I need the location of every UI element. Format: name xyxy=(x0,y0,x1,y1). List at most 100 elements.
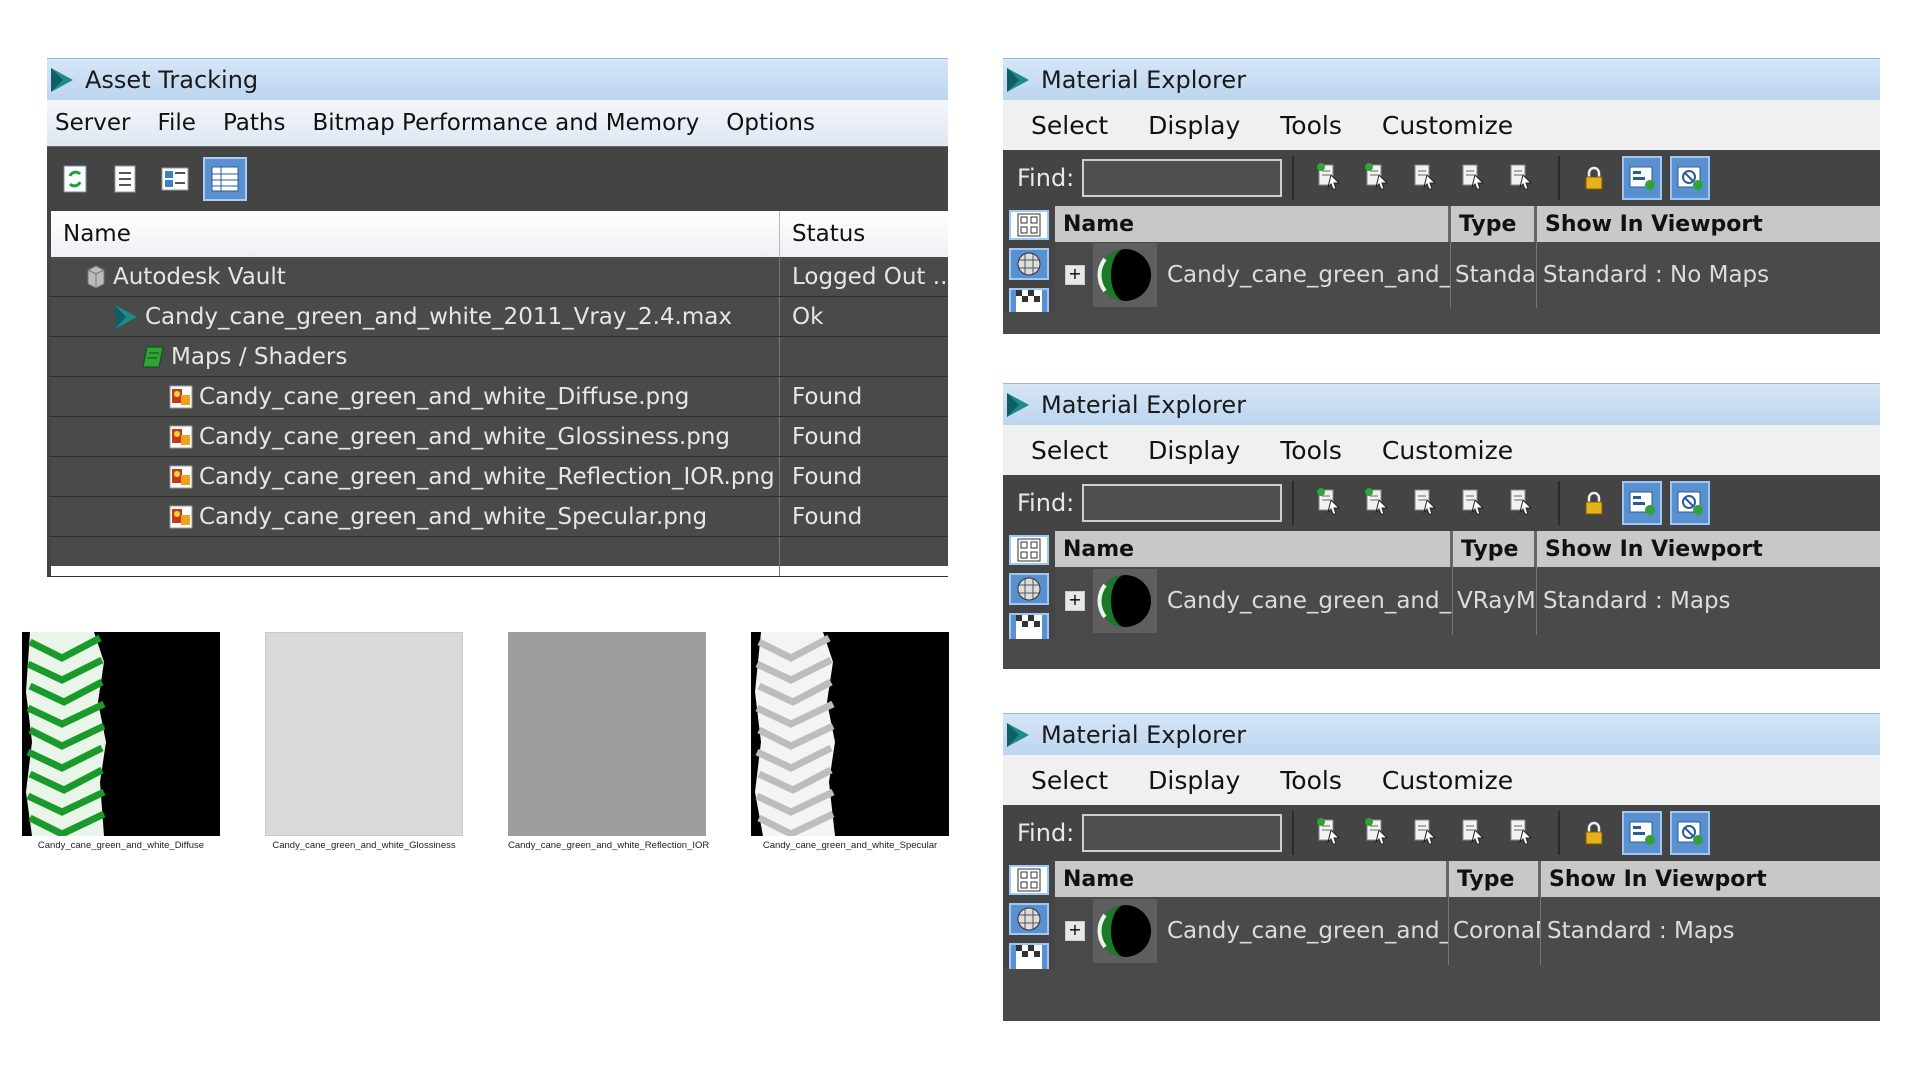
select-none-button[interactable] xyxy=(1452,481,1492,525)
asset-row[interactable]: Candy_cane_green_and_white_Glossiness.pn… xyxy=(47,417,948,457)
select-by-name-button[interactable] xyxy=(1308,481,1348,525)
menu-tools[interactable]: Tools xyxy=(1280,111,1342,140)
select-all-button[interactable] xyxy=(1404,156,1444,200)
list-icon xyxy=(114,165,136,193)
thumbnail-view-button[interactable] xyxy=(153,157,197,201)
sync-selection-button[interactable] xyxy=(1622,156,1663,200)
table-view-button[interactable] xyxy=(203,157,247,201)
column-name-header[interactable]: Name xyxy=(51,211,780,257)
select-invert-button[interactable] xyxy=(1500,811,1540,855)
display-toggle-button[interactable] xyxy=(1009,865,1049,895)
select-by-name-icon xyxy=(1315,486,1341,520)
thumbnail-diffuse[interactable] xyxy=(22,632,220,838)
menu-customize[interactable]: Customize xyxy=(1382,766,1513,795)
display-materials-button[interactable] xyxy=(1009,573,1049,605)
explorer-table: Name Type Show In Viewport + Candy_cane_gree… xyxy=(1055,861,1880,969)
menu-display[interactable]: Display xyxy=(1148,111,1240,140)
asset-row[interactable]: Candy_cane_green_and_white_Specular.png F… xyxy=(47,497,948,537)
bitmap-icon xyxy=(169,385,193,409)
lock-button[interactable] xyxy=(1574,811,1614,855)
menu-paths[interactable]: Paths xyxy=(223,110,286,136)
column-type-header[interactable]: Type xyxy=(1449,861,1541,897)
display-materials-button[interactable] xyxy=(1009,248,1049,280)
thumbnail-specular[interactable] xyxy=(751,632,949,838)
find-input[interactable] xyxy=(1082,484,1283,522)
thumbnail-glossiness[interactable] xyxy=(265,632,463,836)
sync-selection-button[interactable] xyxy=(1622,481,1663,525)
menu-display[interactable]: Display xyxy=(1148,436,1240,465)
select-none-button[interactable] xyxy=(1452,156,1492,200)
lock-button[interactable] xyxy=(1574,156,1614,200)
toolbar-separator xyxy=(1292,481,1295,525)
material-row[interactable]: + Candy_cane_green_and_whiteStandardStand… xyxy=(1055,242,1880,308)
asset-row[interactable]: Candy_cane_green_and_white_Reflection_IO… xyxy=(47,457,948,497)
menu-select[interactable]: Select xyxy=(1031,436,1108,465)
display-toggle-button[interactable] xyxy=(1009,535,1049,565)
column-type-header[interactable]: Type xyxy=(1451,206,1537,242)
asset-row[interactable]: Candy_cane_green_and_white_2011_Vray_2.4… xyxy=(47,297,948,337)
column-name-header[interactable]: Name xyxy=(1055,206,1451,242)
select-by-name-button[interactable] xyxy=(1308,156,1348,200)
find-label: Find: xyxy=(1017,819,1075,847)
refresh-icon xyxy=(63,165,87,193)
select-children-button[interactable] xyxy=(1356,811,1396,855)
menu-customize[interactable]: Customize xyxy=(1382,436,1513,465)
list-view-button[interactable] xyxy=(103,157,147,201)
column-type-header[interactable]: Type xyxy=(1453,531,1537,567)
sync-viewport-icon xyxy=(1677,166,1704,190)
menu-tools[interactable]: Tools xyxy=(1280,436,1342,465)
expand-button[interactable]: + xyxy=(1065,921,1085,941)
asset-row[interactable]: Autodesk Vault Logged Out ... xyxy=(47,257,948,297)
display-materials-button[interactable] xyxy=(1009,903,1049,935)
asset-tracking-titlebar: Asset Tracking xyxy=(47,58,948,100)
explorer-side-toolbar xyxy=(1003,861,1055,969)
sync-viewport-button[interactable] xyxy=(1670,156,1711,200)
menu-server[interactable]: Server xyxy=(55,110,130,136)
select-by-name-button[interactable] xyxy=(1308,811,1348,855)
select-none-button[interactable] xyxy=(1452,811,1492,855)
menu-options[interactable]: Options xyxy=(726,110,815,136)
find-toolbar: Find: xyxy=(1003,150,1880,206)
column-viewport-header[interactable]: Show In Viewport xyxy=(1537,206,1880,242)
display-toggle-button[interactable] xyxy=(1009,210,1049,240)
column-name-header[interactable]: Name xyxy=(1055,531,1453,567)
column-viewport-header[interactable]: Show In Viewport xyxy=(1537,531,1880,567)
asset-row[interactable]: Maps / Shaders xyxy=(47,337,948,377)
find-input[interactable] xyxy=(1082,159,1283,197)
thumbnail-reflection[interactable] xyxy=(508,632,706,836)
toolbar-separator xyxy=(1558,811,1561,855)
sync-viewport-button[interactable] xyxy=(1670,811,1711,855)
menu-select[interactable]: Select xyxy=(1031,766,1108,795)
column-status-header[interactable]: Status xyxy=(780,211,948,257)
menu-bitmap-performance[interactable]: Bitmap Performance and Memory xyxy=(312,110,699,136)
menu-tools[interactable]: Tools xyxy=(1280,766,1342,795)
menu-file[interactable]: File xyxy=(157,110,196,136)
column-viewport-header[interactable]: Show In Viewport xyxy=(1541,861,1880,897)
refresh-button[interactable] xyxy=(53,157,97,201)
select-invert-button[interactable] xyxy=(1500,481,1540,525)
select-all-button[interactable] xyxy=(1404,811,1444,855)
select-children-button[interactable] xyxy=(1356,156,1396,200)
asset-row[interactable]: Candy_cane_green_and_white_Diffuse.png Fo… xyxy=(47,377,948,417)
material-name: Candy_cane_green_and_white xyxy=(1167,588,1452,614)
expand-button[interactable]: + xyxy=(1065,591,1085,611)
display-maps-button[interactable] xyxy=(1009,613,1049,639)
lock-button[interactable] xyxy=(1574,481,1614,525)
sync-selection-button[interactable] xyxy=(1622,811,1663,855)
material-row[interactable]: + Candy_cane_green_and_whiteCoronaMtlStan… xyxy=(1055,897,1880,965)
display-maps-button[interactable] xyxy=(1009,943,1049,969)
sync-viewport-button[interactable] xyxy=(1670,481,1711,525)
find-input[interactable] xyxy=(1082,814,1283,852)
expand-button[interactable]: + xyxy=(1065,265,1085,285)
menu-select[interactable]: Select xyxy=(1031,111,1108,140)
select-invert-button[interactable] xyxy=(1500,156,1540,200)
column-name-header[interactable]: Name xyxy=(1055,861,1449,897)
find-label: Find: xyxy=(1017,164,1075,192)
select-children-button[interactable] xyxy=(1356,481,1396,525)
select-all-button[interactable] xyxy=(1404,481,1444,525)
explorer-body: Name Type Show In Viewport + Candy_cane_gree… xyxy=(1003,861,1880,969)
menu-customize[interactable]: Customize xyxy=(1382,111,1513,140)
material-row[interactable]: + Candy_cane_green_and_whiteVRayMtlStanda… xyxy=(1055,567,1880,635)
menu-display[interactable]: Display xyxy=(1148,766,1240,795)
display-maps-button[interactable] xyxy=(1009,288,1049,312)
